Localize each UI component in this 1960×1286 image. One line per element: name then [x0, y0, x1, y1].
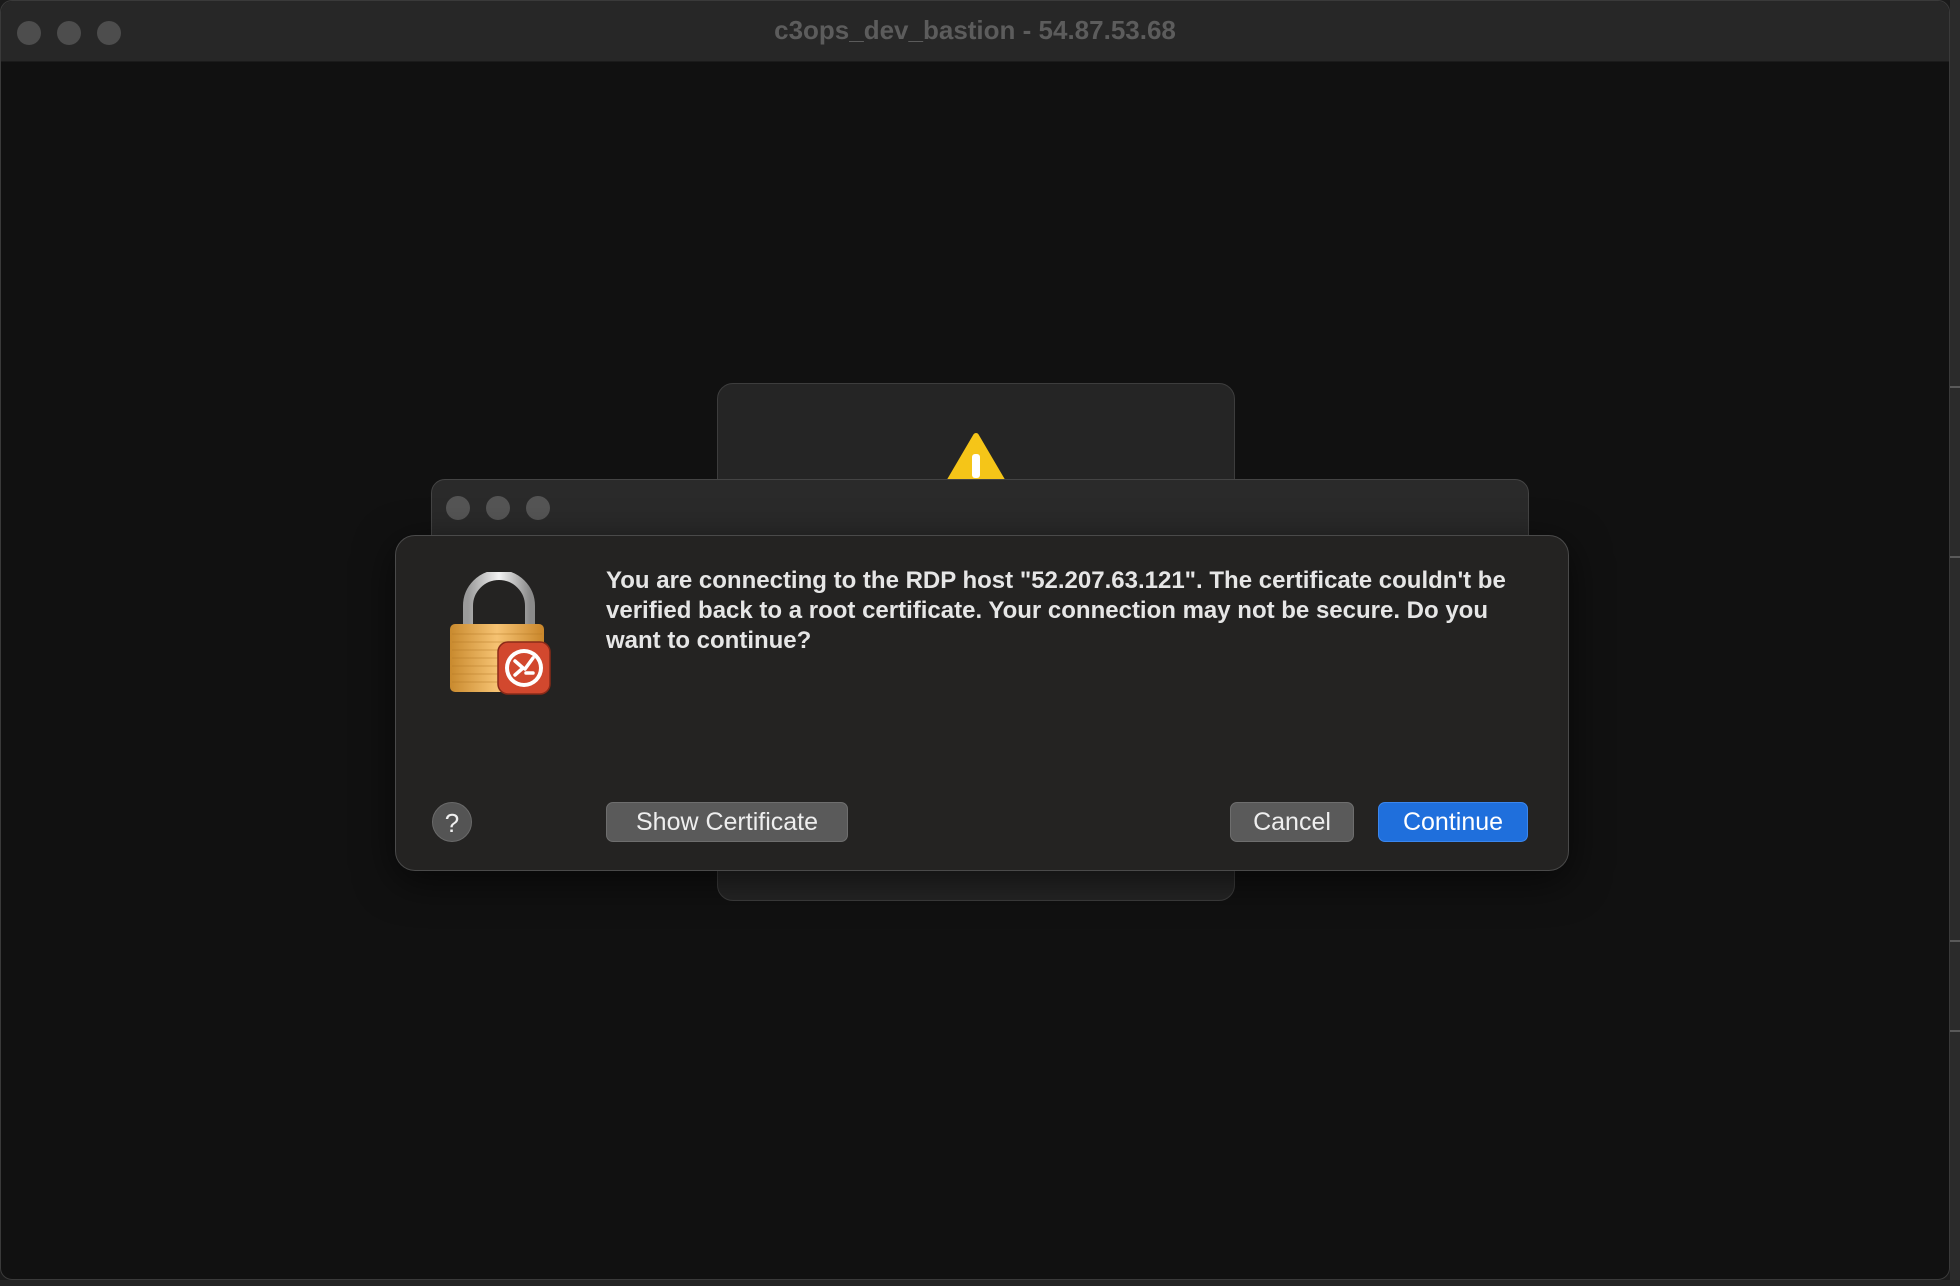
secondary-minimize-button[interactable] [486, 496, 510, 520]
edge-divider [1950, 1030, 1960, 1032]
edge-divider [1950, 556, 1960, 558]
cancel-button[interactable]: Cancel [1230, 802, 1354, 842]
window-title: c3ops_dev_bastion - 54.87.53.68 [774, 15, 1176, 45]
background-bottom-edge [0, 1280, 1960, 1286]
background-window-edge [1950, 0, 1960, 1286]
main-window: c3ops_dev_bastion - 54.87.53.68 You are … [0, 0, 1950, 1280]
show-certificate-button[interactable]: Show Certificate [606, 802, 848, 842]
dialog-message: You are connecting to the RDP host "52.2… [606, 567, 1506, 654]
certificate-dialog: You are connecting to the RDP host "52.2… [395, 535, 1569, 871]
titlebar: c3ops_dev_bastion - 54.87.53.68 [1, 1, 1949, 62]
edge-divider [1950, 386, 1960, 388]
secondary-close-button[interactable] [446, 496, 470, 520]
lock-rdp-icon [450, 572, 551, 695]
edge-divider [1950, 940, 1960, 942]
secondary-zoom-button[interactable] [526, 496, 550, 520]
continue-button[interactable]: Continue [1378, 802, 1528, 842]
help-button[interactable]: ? [432, 802, 472, 842]
